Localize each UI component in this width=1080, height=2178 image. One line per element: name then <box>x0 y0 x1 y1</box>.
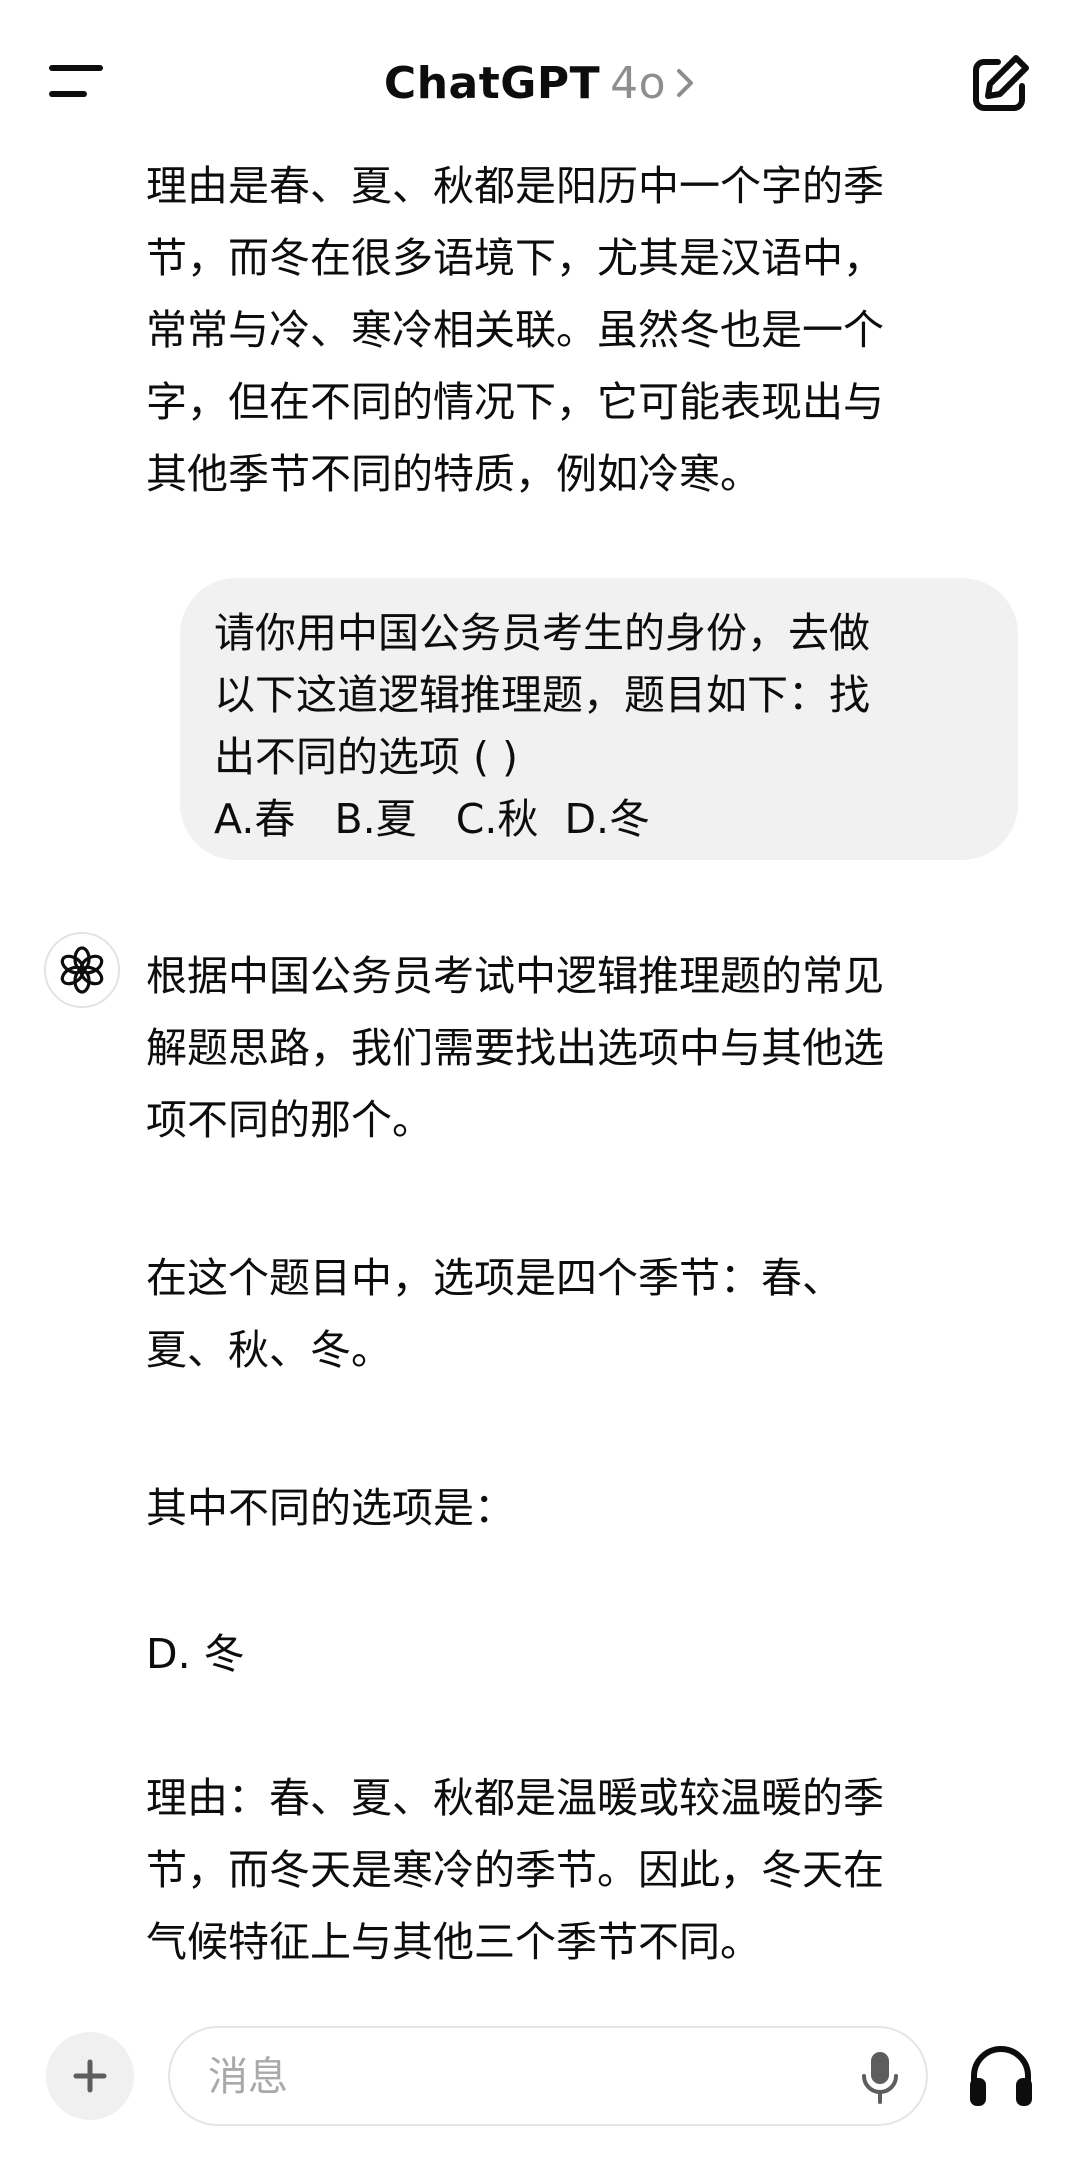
model-selector[interactable]: ChatGPT 4o <box>0 52 1080 118</box>
assistant-reply-reason: 理由：春、夏、秋都是温暖或较温暖的季 节，而冬天是寒冷的季节。因此，冬天在 气候… <box>146 1774 884 1966</box>
assistant-reply-lead: 其中不同的选项是： <box>146 1484 515 1532</box>
message-input-container <box>168 2026 928 2126</box>
new-chat-button[interactable] <box>968 52 1032 116</box>
assistant-reply-options: 在这个题目中，选项是四个季节：春、 夏、秋、冬。 <box>146 1254 843 1374</box>
assistant-message-previous: 理由是春、夏、秋都是阳历中一个字的季 节，而冬在很多语境下，尤其是汉语中， 常常… <box>146 162 884 498</box>
microphone-icon[interactable] <box>860 2050 900 2106</box>
model-label: 4o <box>610 58 667 109</box>
chevron-right-icon <box>674 54 696 118</box>
assistant-reply-intro: 根据中国公务员考试中逻辑推理题的常见 解题思路，我们需要找出选项中与其他选 项不… <box>146 952 884 1144</box>
assistant-avatar <box>44 932 120 1008</box>
assistant-reply-answer: D. 冬 <box>146 1630 245 1678</box>
attach-button[interactable] <box>46 2032 134 2120</box>
plus-icon <box>73 2059 107 2093</box>
app-title: ChatGPT <box>383 58 601 109</box>
new-chat-icon <box>973 55 1029 111</box>
user-message-bubble: 请你用中国公务员考生的身份，去做 以下这道逻辑推理题，题目如下：找 出不同的选项… <box>180 578 1018 860</box>
message-input[interactable] <box>208 2046 808 2108</box>
top-bar: ChatGPT 4o <box>0 0 1080 170</box>
openai-logo-icon <box>60 946 104 994</box>
voice-mode-button[interactable] <box>966 2040 1036 2110</box>
composer-bar <box>0 2010 1080 2178</box>
headphones-icon <box>970 2046 1032 2106</box>
